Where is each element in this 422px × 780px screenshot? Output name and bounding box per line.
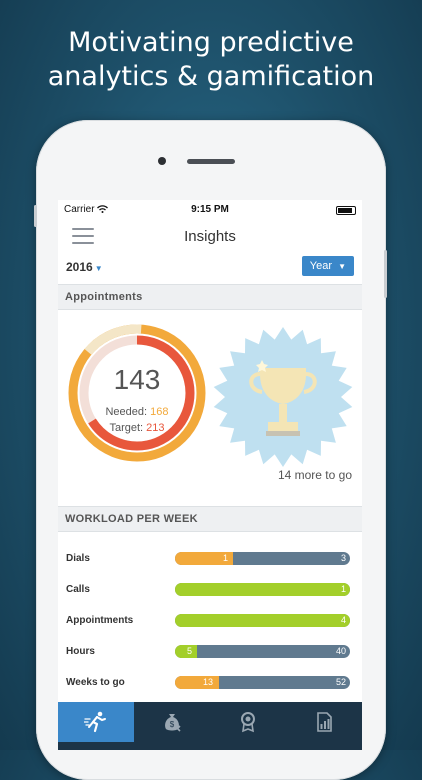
appointments-summary: 143 Needed: 168 Target: 213	[62, 318, 212, 468]
needed-label: Needed:	[105, 406, 148, 418]
workload-value-current: 5	[187, 646, 193, 656]
appointments-section-title: Appointments	[65, 291, 143, 303]
workload-label: Hours	[66, 646, 95, 657]
workload-row-dials: Dials 1 3	[58, 550, 362, 568]
workload-row-hours: Hours 5 40	[58, 643, 362, 661]
workload-bar: 5 40	[175, 645, 350, 658]
workload-header: WORKLOAD PER WEEK	[58, 506, 362, 532]
headline: Motivating predictive analytics & gamifi…	[0, 26, 422, 94]
front-camera	[158, 157, 166, 165]
needed-value: 168	[150, 406, 169, 418]
workload-list: Dials 1 3 Calls 1 Appointments 4 Hours 5…	[58, 530, 362, 700]
nav-bar: Insights	[58, 220, 362, 252]
workload-row-calls: Calls 1	[58, 581, 362, 599]
year-value: 2016	[66, 260, 93, 274]
report-chart-icon	[317, 712, 332, 732]
tab-revenue[interactable]: $	[134, 702, 210, 742]
workload-bar: 1 3	[175, 552, 350, 565]
target-label: Target:	[109, 422, 144, 434]
workload-bar-fill	[175, 614, 350, 627]
period-dropdown[interactable]: Year ▼	[301, 256, 354, 276]
workload-value-current: 13	[203, 677, 214, 687]
workload-value-current: 1	[223, 553, 229, 563]
target-text: Target: 213	[62, 422, 212, 434]
more-to-go-text: 14 more to go	[277, 468, 352, 482]
year-dropdown[interactable]: 2016 ▼	[66, 260, 103, 274]
side-button-left	[34, 205, 37, 227]
workload-value-total: 1	[340, 584, 346, 594]
appointments-count: 143	[113, 364, 161, 395]
caret-down-icon: ▼	[94, 264, 103, 273]
tab-bar: $	[58, 702, 362, 750]
money-bag-icon: $	[165, 714, 181, 732]
target-value: 213	[146, 422, 165, 434]
clock: 9:15 PM	[191, 204, 229, 215]
appointments-card: 143 Needed: 168 Target: 213 14 more to g…	[58, 310, 362, 486]
svg-text:$: $	[170, 720, 175, 729]
tab-activity[interactable]	[58, 702, 134, 742]
workload-label: Weeks to go	[66, 677, 125, 688]
workload-bar-fill	[175, 583, 350, 596]
workload-bar-fill	[175, 645, 197, 658]
battery-icon	[336, 206, 356, 215]
workload-row-weeks-to-go: Weeks to go 13 52	[58, 674, 362, 692]
workload-row-appointments: Appointments 4	[58, 612, 362, 630]
headline-line-2: analytics & gamification	[47, 61, 375, 92]
appointments-header: Appointments	[58, 284, 362, 310]
period-value: Year	[309, 260, 333, 272]
workload-bar: 4	[175, 614, 350, 627]
workload-value-total: 40	[335, 646, 346, 656]
running-person-icon	[84, 711, 106, 733]
headline-line-1: Motivating predictive	[68, 27, 354, 58]
workload-value-total: 3	[340, 553, 346, 563]
caret-down-icon: ▼	[338, 262, 346, 271]
workload-value-total: 4	[340, 615, 346, 625]
workload-label: Dials	[66, 553, 90, 564]
award-medal-icon	[241, 712, 255, 733]
workload-label: Appointments	[66, 615, 134, 626]
trophy-badge-icon	[213, 327, 353, 467]
workload-section-title: WORKLOAD PER WEEK	[65, 513, 198, 525]
workload-label: Calls	[66, 584, 90, 595]
page-title: Insights	[184, 228, 236, 245]
side-button-right	[384, 250, 387, 298]
status-bar: Carrier 9:15 PM	[58, 200, 362, 220]
earpiece-speaker	[187, 159, 235, 164]
tab-awards[interactable]	[210, 702, 286, 742]
workload-bar: 13 52	[175, 676, 350, 689]
workload-value-total: 52	[335, 677, 346, 687]
needed-text: Needed: 168	[62, 406, 212, 418]
tab-reports[interactable]	[286, 702, 362, 742]
workload-bar: 1	[175, 583, 350, 596]
app-screen: Carrier 9:15 PM Insights 2016 ▼ Year ▼ Ap…	[58, 200, 362, 750]
filter-bar: 2016 ▼ Year ▼	[58, 254, 362, 280]
